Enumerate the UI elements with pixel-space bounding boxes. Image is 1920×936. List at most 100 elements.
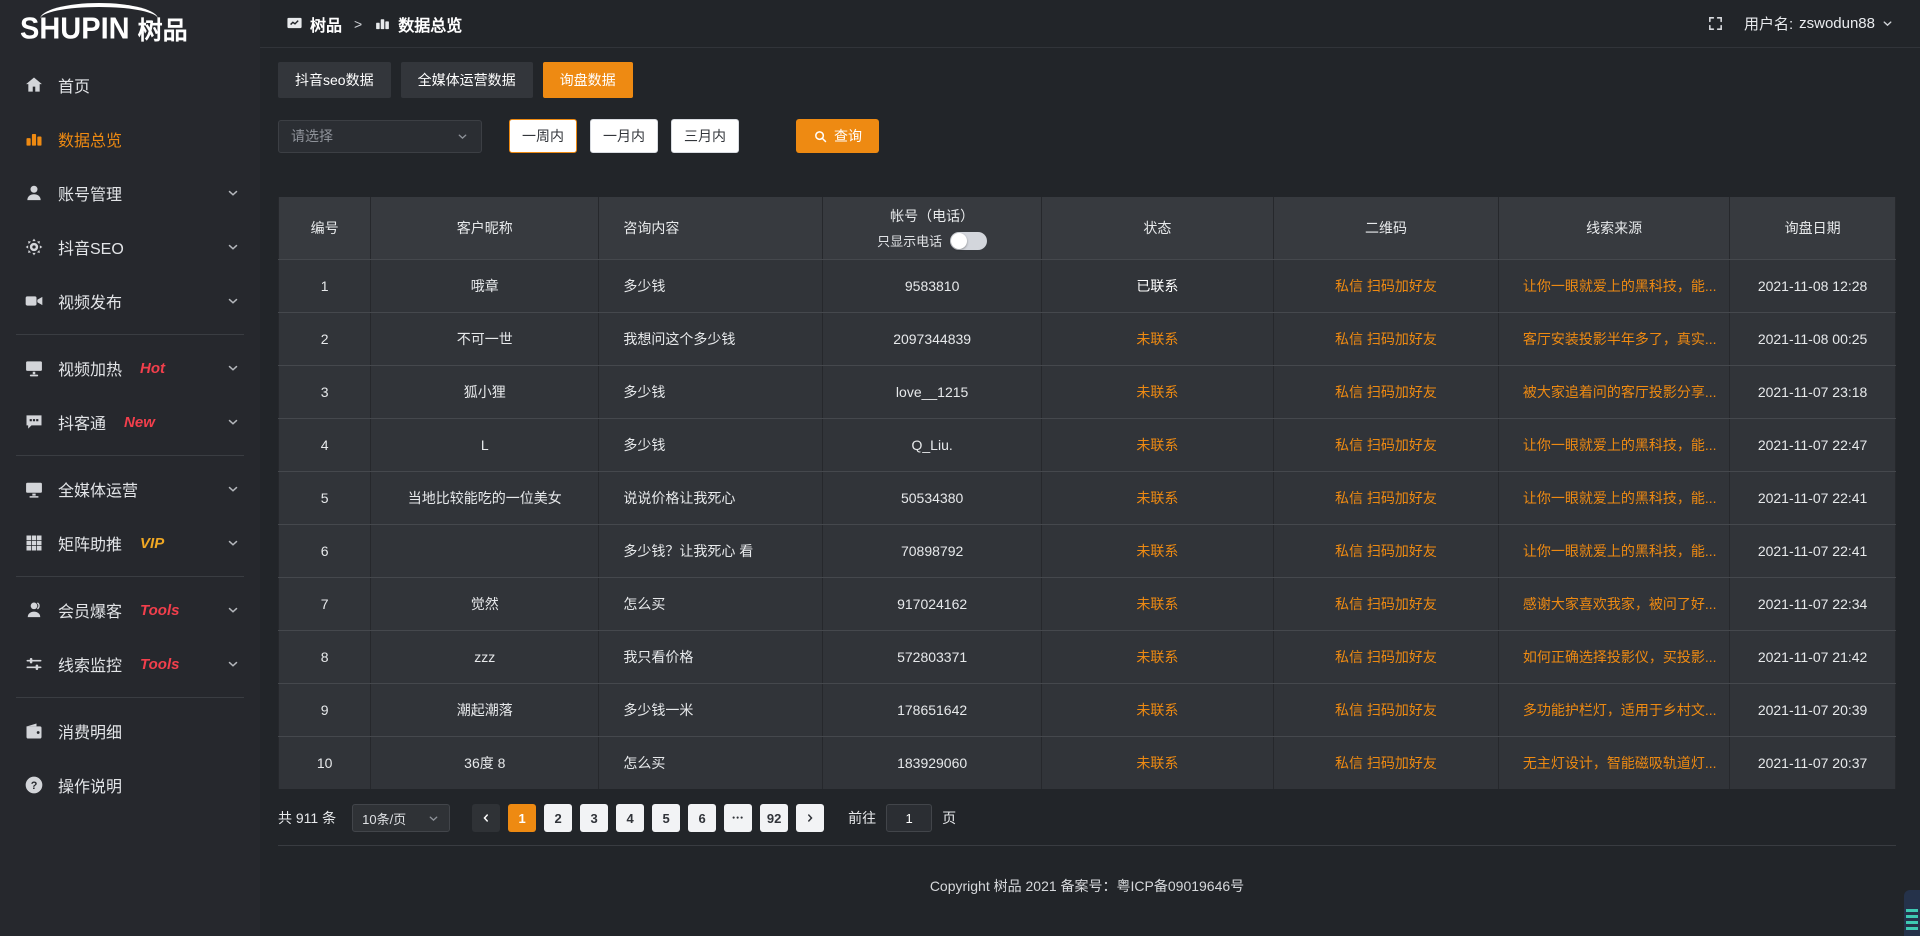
tab-inquiry-data[interactable]: 询盘数据: [543, 62, 633, 98]
chevron-down-icon: [427, 812, 440, 825]
cell-source[interactable]: 感谢大家喜欢我家，被问了好...: [1498, 578, 1729, 630]
search-icon: [813, 129, 828, 144]
cell-account: Q_Liu.: [822, 419, 1040, 471]
chevron-down-icon: [456, 130, 469, 143]
chat-icon: [24, 412, 44, 432]
username-value: zswodun88: [1799, 15, 1875, 32]
user-menu[interactable]: 用户名: zswodun88: [1744, 13, 1894, 34]
sidebar-item-account-management[interactable]: 账号管理: [0, 166, 260, 220]
floating-widget[interactable]: [1904, 890, 1920, 936]
cell-qrcode[interactable]: 私信 扫码加好友: [1273, 525, 1498, 577]
tab-douyin-seo-data[interactable]: 抖音seo数据: [278, 62, 391, 98]
table-row: 8zzz我只看价格572803371未联系私信 扫码加好友如何正确选择投影仪，买…: [278, 630, 1896, 683]
sidebar-item-douyin-seo[interactable]: 抖音SEO: [0, 220, 260, 274]
page-button-2[interactable]: 2: [544, 804, 572, 832]
cell-source[interactable]: 让你一眼就爱上的黑科技，能...: [1498, 419, 1729, 471]
cell-source[interactable]: 让你一眼就爱上的黑科技，能...: [1498, 260, 1729, 312]
sidebar-item-video-heating[interactable]: 视频加热Hot: [0, 341, 260, 395]
sidebar-item-video-publish[interactable]: 视频发布: [0, 274, 260, 328]
cell-qrcode[interactable]: 私信 扫码加好友: [1273, 684, 1498, 736]
page-size-select[interactable]: 10条/页: [352, 804, 450, 832]
cell-status: 未联系: [1041, 631, 1273, 683]
page-ellipsis[interactable]: ●●●: [724, 804, 752, 832]
period-button-1[interactable]: 一月内: [590, 119, 658, 153]
sidebar-item-douketong[interactable]: 抖客通New: [0, 395, 260, 449]
sidebar-item-label: 消费明细: [58, 719, 122, 743]
prev-page-button[interactable]: [472, 804, 500, 832]
table-row: 6多少钱？让我死心 看70898792未联系私信 扫码加好友让你一眼就爱上的黑科…: [278, 524, 1896, 577]
table-row: 1哦章多少钱9583810已联系私信 扫码加好友让你一眼就爱上的黑科技，能...…: [278, 259, 1896, 312]
page-button-5[interactable]: 5: [652, 804, 680, 832]
sidebar-item-operation-guide[interactable]: ?操作说明: [0, 758, 260, 812]
cell-qrcode[interactable]: 私信 扫码加好友: [1273, 472, 1498, 524]
cell-status: 未联系: [1041, 525, 1273, 577]
cell-qrcode[interactable]: 私信 扫码加好友: [1273, 260, 1498, 312]
breadcrumb-item[interactable]: 树品: [286, 12, 342, 36]
cell-source[interactable]: 无主灯设计，智能磁吸轨道灯...: [1498, 737, 1729, 789]
breadcrumb-separator: >: [354, 16, 362, 32]
page-button-3[interactable]: 3: [580, 804, 608, 832]
goto-page-input[interactable]: [886, 804, 932, 832]
period-button-0[interactable]: 一周内: [509, 119, 577, 153]
screen-icon: [24, 358, 44, 378]
page-button-6[interactable]: 6: [688, 804, 716, 832]
cell-date: 2021-11-07 22:41: [1729, 472, 1896, 524]
app-root: SHUPIN 树品 首页数据总览账号管理抖音SEO视频发布视频加热Hot抖客通N…: [0, 0, 1920, 936]
cell-source[interactable]: 被大家追着问的客厅投影分享...: [1498, 366, 1729, 418]
page-button-4[interactable]: 4: [616, 804, 644, 832]
cell-no: 3: [278, 366, 370, 418]
phone-toggle-label: 只显示电话: [877, 231, 942, 250]
sidebar-item-data-overview[interactable]: 数据总览: [0, 112, 260, 166]
sidebar-item-label: 会员爆客: [58, 598, 122, 622]
sidebar-item-label: 抖客通: [58, 410, 106, 434]
sidebar-item-matrix-boost[interactable]: 矩阵助推VIP: [0, 516, 260, 570]
cell-no: 7: [278, 578, 370, 630]
period-button-2[interactable]: 三月内: [671, 119, 739, 153]
sidebar-item-clue-monitor[interactable]: 线索监控Tools: [0, 637, 260, 691]
cell-qrcode[interactable]: 私信 扫码加好友: [1273, 578, 1498, 630]
filter-select[interactable]: 请选择: [278, 120, 482, 153]
tab-media-operation-data[interactable]: 全媒体运营数据: [401, 62, 533, 98]
cell-account: 917024162: [822, 578, 1040, 630]
sidebar-item-media-operation[interactable]: 全媒体运营: [0, 462, 260, 516]
column-header-4: 状态: [1041, 197, 1273, 259]
cell-qrcode[interactable]: 私信 扫码加好友: [1273, 419, 1498, 471]
cell-account: 572803371: [822, 631, 1040, 683]
cell-qrcode[interactable]: 私信 扫码加好友: [1273, 631, 1498, 683]
column-header-6: 线索来源: [1498, 197, 1729, 259]
sidebar-item-home[interactable]: 首页: [0, 58, 260, 112]
phone-only-toggle[interactable]: [950, 232, 987, 250]
cell-source[interactable]: 多功能护栏灯，适用于乡村文...: [1498, 684, 1729, 736]
sidebar-item-expense-detail[interactable]: 消费明细: [0, 704, 260, 758]
video-icon: [24, 291, 44, 311]
cell-account: love__1215: [822, 366, 1040, 418]
cell-account: 183929060: [822, 737, 1040, 789]
next-page-button[interactable]: [796, 804, 824, 832]
cell-no: 10: [278, 737, 370, 789]
fullscreen-icon[interactable]: [1707, 15, 1724, 32]
cell-no: 6: [278, 525, 370, 577]
sidebar-badge: Hot: [140, 360, 165, 377]
main-area: 树品 > 数据总览 用户名: zswodun88 抖音seo数据全媒体运营数据询盘数…: [260, 0, 1920, 936]
cell-qrcode[interactable]: 私信 扫码加好友: [1273, 313, 1498, 365]
cell-date: 2021-11-07 22:47: [1729, 419, 1896, 471]
cell-qrcode[interactable]: 私信 扫码加好友: [1273, 737, 1498, 789]
cell-account: 70898792: [822, 525, 1040, 577]
page-button-92[interactable]: 92: [760, 804, 788, 832]
page-button-1[interactable]: 1: [508, 804, 536, 832]
cell-date: 2021-11-07 23:18: [1729, 366, 1896, 418]
search-button[interactable]: 查询: [796, 119, 879, 153]
cell-qrcode[interactable]: 私信 扫码加好友: [1273, 366, 1498, 418]
cell-source[interactable]: 让你一眼就爱上的黑科技，能...: [1498, 525, 1729, 577]
sidebar-item-member-burst[interactable]: 会员爆客Tools: [0, 583, 260, 637]
breadcrumb-item[interactable]: 数据总览: [374, 12, 462, 36]
cell-status: 未联系: [1041, 313, 1273, 365]
cell-source[interactable]: 如何正确选择投影仪，买投影...: [1498, 631, 1729, 683]
cell-status: 已联系: [1041, 260, 1273, 312]
table-row: 4L多少钱Q_Liu.未联系私信 扫码加好友让你一眼就爱上的黑科技，能...20…: [278, 418, 1896, 471]
cell-date: 2021-11-07 22:41: [1729, 525, 1896, 577]
user-icon: [24, 183, 44, 203]
filter-select-placeholder: 请选择: [291, 126, 333, 146]
cell-source[interactable]: 客厅安装投影半年多了，真实...: [1498, 313, 1729, 365]
cell-source[interactable]: 让你一眼就爱上的黑科技，能...: [1498, 472, 1729, 524]
